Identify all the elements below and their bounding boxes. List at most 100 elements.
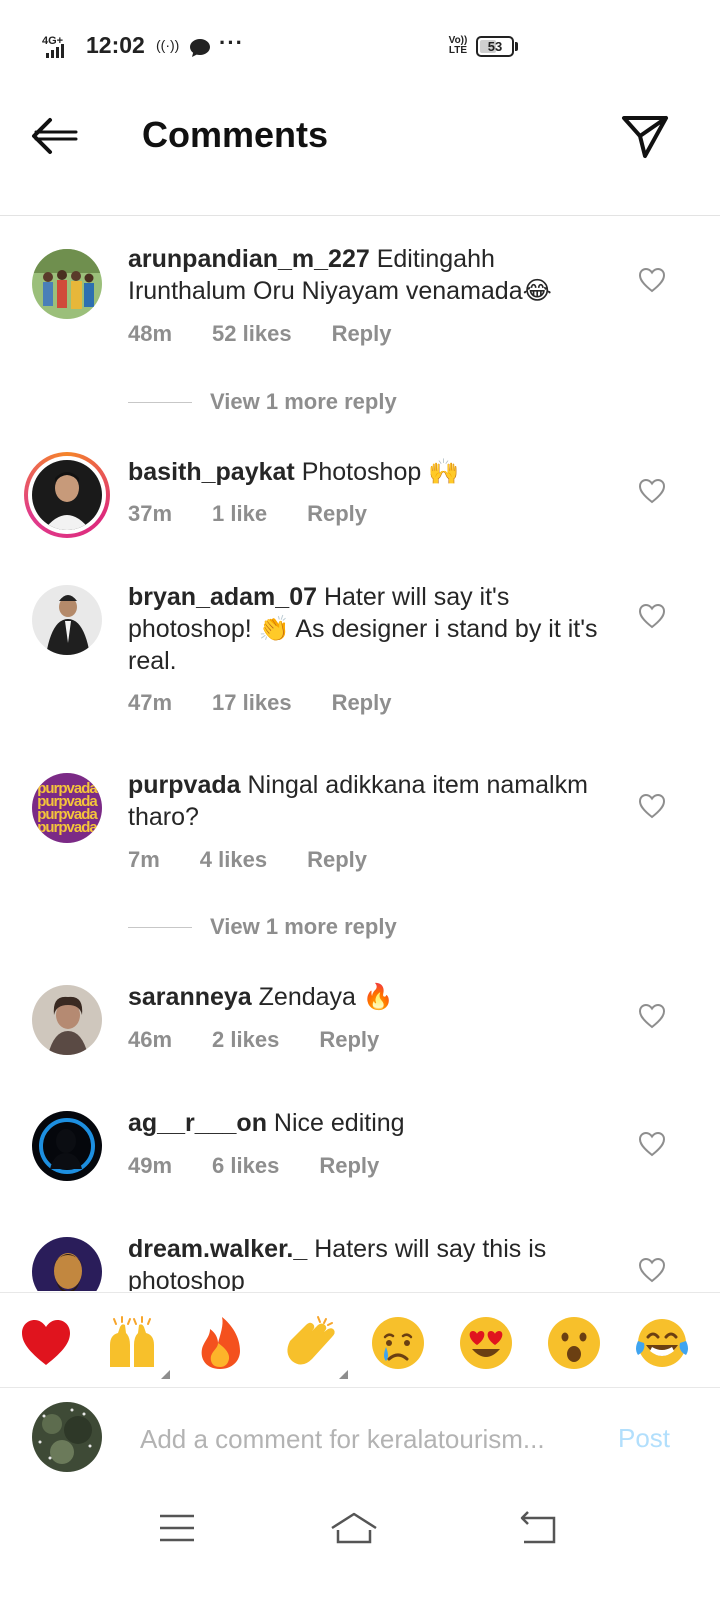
clock: 12:02 <box>86 32 145 58</box>
reaction-raising-hands[interactable] <box>104 1315 170 1379</box>
like-button[interactable] <box>638 793 666 819</box>
battery-percent: 53 <box>487 39 503 54</box>
view-more-label: View 1 more reply <box>210 389 397 414</box>
menu-icon <box>160 1514 194 1542</box>
comment-text: Nice editing <box>273 1109 405 1137</box>
status-bar: 4G+ 12:02 ((·)) ··· Vo)) LTE 53 <box>0 0 720 90</box>
comment-time: 49m <box>128 1153 173 1178</box>
comment-username[interactable]: bryan_adam_07 <box>128 583 317 611</box>
avatar-photo <box>32 460 102 530</box>
view-more-label: View 1 more reply <box>210 914 397 939</box>
heart-outline-icon <box>638 1257 666 1283</box>
avatar[interactable] <box>32 585 102 655</box>
like-button[interactable] <box>638 478 666 504</box>
back-nav-icon <box>520 1511 556 1544</box>
comment-meta: 48m 52 likes Reply <box>128 321 391 347</box>
more-notifications-icon: ··· <box>219 30 244 55</box>
reply-button[interactable]: Reply <box>307 847 367 873</box>
comment-username[interactable]: dream.walker._ <box>128 1235 307 1263</box>
divider-line <box>128 401 192 403</box>
reaction-heart[interactable] <box>18 1315 74 1371</box>
comment-username[interactable]: ag__r___on <box>128 1109 267 1137</box>
back-nav-button[interactable] <box>510 1508 570 1548</box>
reaction-clapping[interactable] <box>282 1315 348 1379</box>
avatar-photo <box>32 1237 102 1291</box>
like-button[interactable] <box>638 1131 666 1157</box>
heart-outline-icon <box>638 793 666 819</box>
variant-indicator <box>161 1370 170 1379</box>
surprised-face-emoji-icon <box>548 1317 600 1369</box>
avatar[interactable] <box>32 1111 102 1181</box>
home-button[interactable] <box>324 1508 384 1548</box>
comment-username[interactable]: arunpandian_m_227 <box>128 245 370 273</box>
reaction-surprised[interactable] <box>546 1315 602 1371</box>
comment-likes[interactable]: 1 like <box>212 501 267 527</box>
reaction-heart-eyes[interactable] <box>458 1315 514 1371</box>
comment-time: 7m <box>128 847 160 872</box>
heart-outline-icon <box>638 603 666 629</box>
reply-button[interactable]: Reply <box>332 321 392 347</box>
avatar[interactable] <box>32 985 102 1055</box>
comment-input[interactable] <box>140 1419 580 1459</box>
home-icon <box>331 1512 377 1544</box>
view-more-replies[interactable]: View 1 more reply <box>128 914 397 940</box>
avatar-logo-text-repeat: purpvada <box>37 819 98 836</box>
heart-outline-icon <box>638 478 666 504</box>
avatar[interactable] <box>32 249 102 319</box>
battery-cap <box>515 42 518 51</box>
comment-list[interactable]: arunpandian_m_227 Editingahh Irunthalum … <box>0 217 720 1291</box>
avatar-photo <box>32 1402 102 1472</box>
like-button[interactable] <box>638 1257 666 1283</box>
system-navigation-bar <box>0 1490 720 1600</box>
tears-of-joy-emoji-icon <box>636 1319 688 1367</box>
emoji-reaction-bar <box>0 1292 720 1388</box>
comment-body: saranneya Zendaya 🔥 <box>128 981 618 1013</box>
signal-icon <box>46 44 64 58</box>
view-more-replies[interactable]: View 1 more reply <box>128 389 397 415</box>
reply-button[interactable]: Reply <box>307 501 367 527</box>
comment-body: dream.walker._ Haters will say this is p… <box>128 1233 618 1291</box>
reply-button[interactable]: Reply <box>332 690 392 716</box>
like-button[interactable] <box>638 603 666 629</box>
comment-likes[interactable]: 4 likes <box>200 847 267 873</box>
back-button[interactable] <box>28 112 84 160</box>
avatar[interactable]: purpvada purpvada purpvada purpvada <box>32 773 102 843</box>
hotspot-icon: ((·)) <box>156 37 180 53</box>
comment-meta: 37m 1 like Reply <box>128 501 367 527</box>
like-button[interactable] <box>638 1003 666 1029</box>
menu-button[interactable] <box>148 1508 208 1548</box>
share-button[interactable] <box>618 110 672 162</box>
comment-likes[interactable]: 2 likes <box>212 1027 279 1053</box>
divider-line <box>128 926 192 928</box>
comment-username[interactable]: basith_paykat <box>128 458 295 486</box>
reaction-tears-of-joy[interactable] <box>634 1315 690 1371</box>
reaction-fire[interactable] <box>192 1315 248 1371</box>
current-user-avatar <box>32 1402 102 1472</box>
avatar-photo <box>32 585 102 655</box>
fire-emoji-icon <box>201 1317 240 1369</box>
reply-button[interactable]: Reply <box>319 1027 379 1053</box>
comment-time: 37m <box>128 501 173 526</box>
reaction-crying[interactable] <box>370 1315 426 1371</box>
comment-body: basith_paykat Photoshop 🙌 <box>128 456 618 488</box>
comment-username[interactable]: purpvada <box>128 771 241 799</box>
avatar-photo <box>32 985 102 1055</box>
comment-time: 47m <box>128 690 173 715</box>
raising-hands-emoji-icon <box>110 1316 154 1367</box>
comment-username[interactable]: saranneya <box>128 983 252 1011</box>
post-button[interactable]: Post <box>618 1423 670 1454</box>
comment-likes[interactable]: 52 likes <box>212 321 292 347</box>
reply-button[interactable]: Reply <box>319 1153 379 1179</box>
avatar-with-story-ring[interactable] <box>24 452 110 538</box>
header-bar: Comments <box>0 90 720 216</box>
heart-eyes-emoji-icon <box>460 1317 512 1369</box>
comment-likes[interactable]: 17 likes <box>212 690 292 716</box>
send-icon <box>622 116 668 158</box>
avatar[interactable] <box>32 1237 102 1291</box>
avatar-photo <box>32 1111 102 1181</box>
comment-likes[interactable]: 6 likes <box>212 1153 279 1179</box>
variant-indicator <box>339 1370 348 1379</box>
comment-body: bryan_adam_07 Hater will say it's photos… <box>128 581 618 677</box>
comment-meta: 46m 2 likes Reply <box>128 1027 379 1053</box>
like-button[interactable] <box>638 267 666 293</box>
